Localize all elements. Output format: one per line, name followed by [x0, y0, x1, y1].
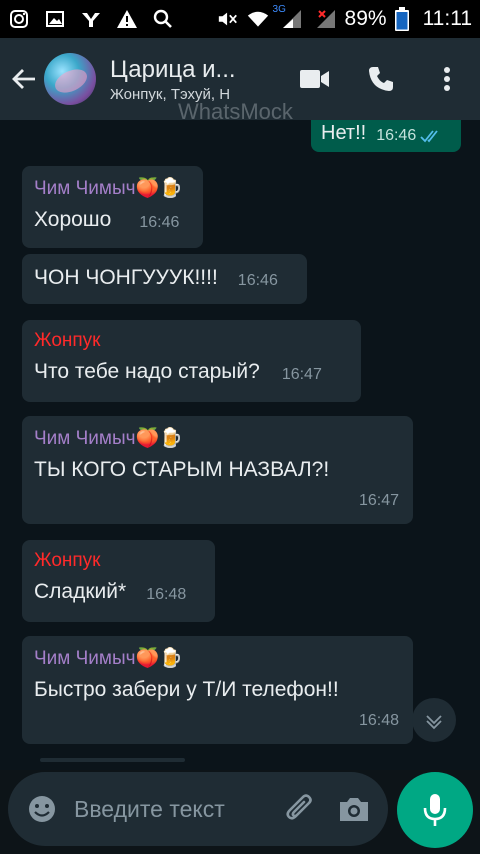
message-bubble[interactable]: Жонпук Что тебе надо старый? 16:47 [22, 320, 361, 402]
mic-icon [423, 794, 447, 826]
camera-button[interactable] [334, 789, 374, 829]
signal-3g-icon: 3G [273, 4, 307, 30]
message-row: Сладкий* 16:48 [34, 580, 203, 604]
message-bubble[interactable]: ЧОН ЧОНГУУУК!!!! 16:46 [22, 254, 307, 304]
emoji-button[interactable] [22, 789, 62, 829]
double-check-icon [420, 130, 438, 143]
chat-participants: Жонпук, Тэхуй, Н [110, 85, 231, 103]
gallery-icon [44, 8, 66, 30]
message-input-bar: Введите текст [8, 772, 388, 846]
more-options-button[interactable] [414, 38, 480, 120]
back-button[interactable] [0, 38, 48, 120]
scroll-to-bottom-button[interactable] [412, 698, 456, 742]
message-bubble[interactable]: Чим Чимыч🍑🍺 Хорошо 16:46 [22, 166, 203, 248]
message-time: 16:48 [146, 586, 187, 603]
message-row: Нет!! 16:46 [321, 122, 451, 145]
sender-name: Чим Чимыч🍑🍺 [34, 178, 183, 199]
battery-percent: 89% [344, 7, 387, 30]
wifi-icon [247, 8, 269, 30]
message-text: ЧОН ЧОНГУУУК!!!! [34, 266, 218, 289]
message-time: 16:46 [237, 272, 278, 289]
video-call-icon [300, 70, 329, 88]
next-message-edge [40, 758, 185, 762]
attach-icon [286, 794, 312, 820]
message-text: Нет!! [321, 122, 367, 144]
message-text: ТЫ КОГО СТАРЫМ НАЗВАЛ?! [34, 458, 330, 481]
message-time: 16:48 [358, 712, 399, 729]
video-call-button[interactable] [282, 38, 348, 120]
warning-icon [116, 8, 138, 30]
status-left-icons [8, 8, 174, 30]
message-text: Хорошо [34, 208, 112, 231]
status-right-icons: 3G 89% 11:11 [217, 4, 472, 31]
message-row: ЧОН ЧОНГУУУК!!!! 16:46 [34, 266, 295, 290]
sender-name: Чим Чимыч🍑🍺 [34, 428, 183, 449]
message-input[interactable]: Введите текст [74, 796, 280, 823]
camera-icon [340, 798, 368, 821]
message-time: 16:46 [139, 214, 180, 231]
network-label: 3G [272, 4, 286, 15]
chat-title: Царица и... [110, 55, 236, 83]
message-row: Что тебе надо старый? 16:47 [34, 360, 349, 384]
message-bubble-outgoing[interactable]: Нет!! 16:46 [311, 120, 461, 152]
message-text: Что тебе надо старый? [34, 360, 260, 383]
voice-call-button[interactable] [348, 38, 414, 120]
message-text: Быстро забери у Т/И телефон!! [34, 678, 339, 701]
message-bubble[interactable]: Жонпук Сладкий* 16:48 [22, 540, 215, 622]
voice-message-button[interactable] [397, 772, 473, 848]
search-icon [152, 8, 174, 30]
message-time: 16:47 [281, 366, 322, 383]
message-row: Хорошо 16:46 [34, 208, 191, 232]
chat-header: Царица и... Жонпук, Тэхуй, Н [0, 38, 480, 120]
back-arrow-icon [12, 69, 35, 89]
chat-title-block[interactable]: Царица и... Жонпук, Тэхуй, Н [110, 56, 260, 103]
mute-icon [217, 8, 239, 30]
sender-name: Чим Чимыч🍑🍺 [34, 648, 183, 669]
status-bar: 3G 89% 11:11 [0, 0, 480, 38]
signal-off-icon [315, 8, 337, 30]
chat-area[interactable]: Нет!! 16:46 Чим Чимыч🍑🍺 Хорошо 16:46 ЧОН… [0, 120, 480, 770]
message-text: Сладкий* [34, 580, 127, 603]
phone-icon [369, 67, 393, 91]
attach-button[interactable] [280, 789, 320, 829]
more-vert-icon [444, 67, 450, 91]
sender-name: Жонпук [34, 550, 101, 571]
message-bubble[interactable]: Чим Чимыч🍑🍺 Быстро забери у Т/И телефон!… [22, 636, 413, 744]
sender-name: Жонпук [34, 330, 101, 351]
instagram-icon [8, 8, 30, 30]
message-bubble[interactable]: Чим Чимыч🍑🍺 ТЫ КОГО СТАРЫМ НАЗВАЛ?! 16:4… [22, 416, 413, 524]
vk-icon [80, 8, 102, 30]
message-time: 16:47 [358, 492, 399, 509]
message-time: 16:46 [376, 127, 417, 144]
header-actions [282, 38, 480, 120]
chevron-down-icon [426, 715, 442, 730]
group-avatar[interactable] [44, 53, 96, 105]
emoji-icon [29, 796, 55, 822]
battery-icon [394, 7, 409, 31]
clock: 11:11 [422, 7, 472, 30]
